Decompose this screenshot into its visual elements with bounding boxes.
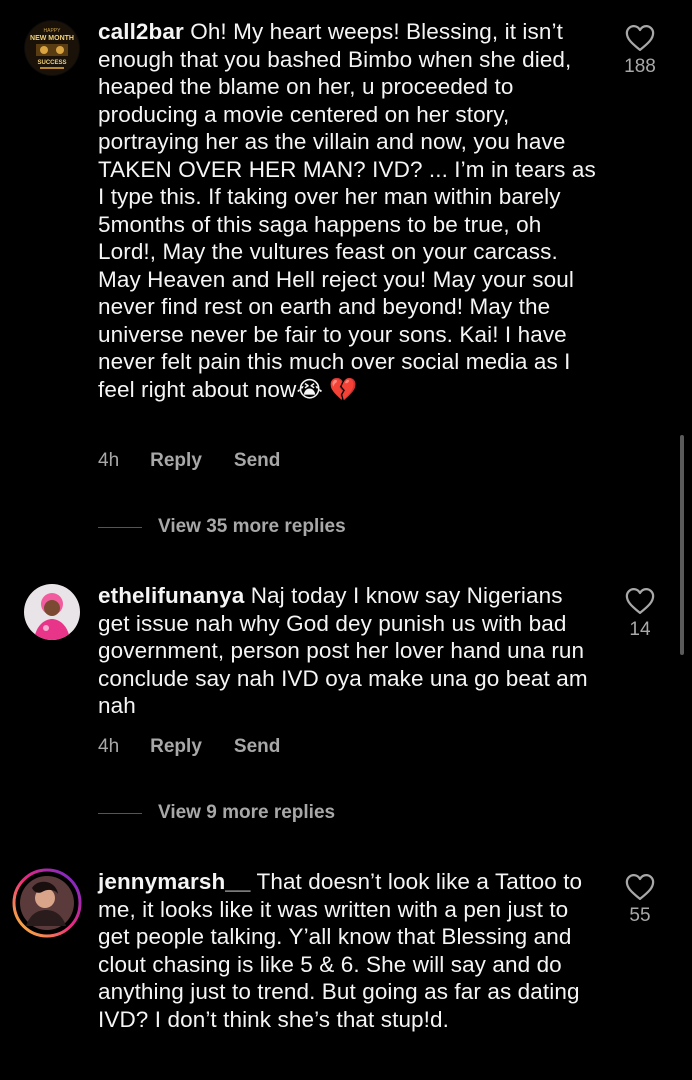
avatar[interactable]: HAPPY NEW MONTH SUCCESS (24, 20, 80, 76)
svg-text:HAPPY: HAPPY (44, 28, 62, 34)
like-count: 55 (629, 905, 651, 926)
like-control: 14 (612, 587, 668, 641)
svg-text:SUCCESS: SUCCESS (37, 60, 66, 66)
send-button[interactable]: Send (234, 450, 280, 472)
like-count: 188 (624, 56, 656, 77)
avatar[interactable] (24, 584, 80, 640)
comment-actions: 4h Reply Send (98, 736, 312, 758)
comment-actions: 4h Reply Send (98, 450, 312, 472)
comment-username[interactable]: jennymarsh__ (98, 869, 251, 894)
view-more-replies[interactable]: View 9 more replies (98, 802, 335, 824)
view-more-label[interactable]: View 35 more replies (158, 516, 346, 538)
heart-outline-icon[interactable] (625, 24, 655, 52)
view-more-label[interactable]: View 9 more replies (158, 802, 335, 824)
comment-text: ethelifunanya Naj today I know say Niger… (98, 582, 598, 720)
comment-timestamp: 4h (98, 450, 120, 471)
reply-button[interactable]: Reply (150, 736, 202, 758)
comment-username[interactable]: call2bar (98, 19, 184, 44)
heart-outline-icon[interactable] (625, 587, 655, 615)
comment-username[interactable]: ethelifunanya (98, 583, 244, 608)
like-count: 14 (629, 619, 651, 640)
svg-text:NEW MONTH: NEW MONTH (30, 35, 74, 42)
comment-text: call2bar Oh! My heart weeps! Blessing, i… (98, 18, 598, 403)
reply-button[interactable]: Reply (150, 450, 202, 472)
comment-text: jennymarsh__ That doesn’t look like a Ta… (98, 868, 598, 1033)
like-control: 188 (612, 24, 668, 78)
heart-outline-icon[interactable] (625, 873, 655, 901)
divider-line (98, 812, 142, 814)
comment-body: Oh! My heart weeps! Blessing, it isn’t e… (98, 19, 596, 402)
send-button[interactable]: Send (234, 736, 280, 758)
scrollbar[interactable] (680, 435, 684, 655)
view-more-replies[interactable]: View 35 more replies (98, 516, 346, 538)
divider-line (98, 526, 142, 528)
avatar-story-ring[interactable] (12, 868, 82, 938)
like-control: 55 (612, 873, 668, 927)
comment-timestamp: 4h (98, 736, 120, 757)
